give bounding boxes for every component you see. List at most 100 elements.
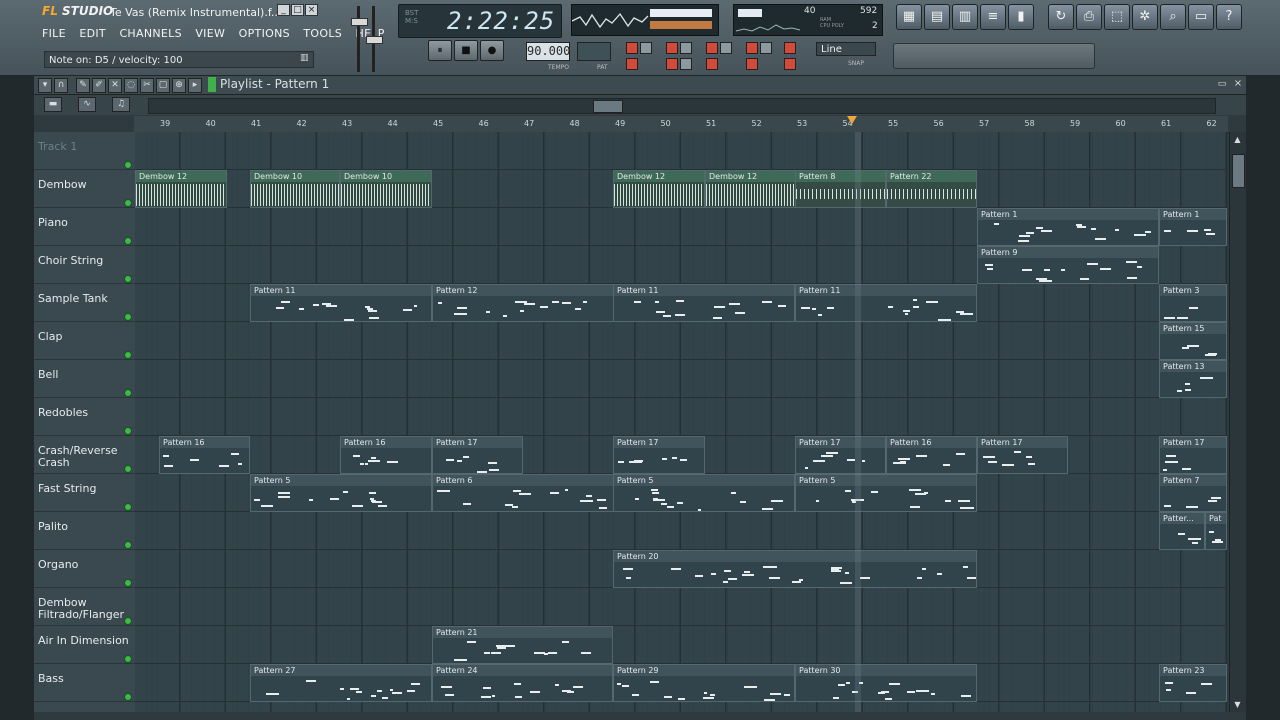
playlist-menu-icon[interactable]: ▾ — [38, 78, 52, 93]
close-button[interactable]: × — [305, 4, 318, 16]
menu-options[interactable]: OPTIONS — [239, 27, 290, 40]
pattern-clip[interactable]: Pattern 23 — [1159, 664, 1227, 702]
scroll-up-icon[interactable]: ▲ — [1232, 134, 1243, 145]
draw-tool-icon[interactable]: ✎ — [76, 78, 90, 93]
track-label[interactable]: Crash/Reverse Crash — [34, 436, 135, 474]
playback-tool-icon[interactable]: ▸ — [188, 78, 202, 93]
playlist-grid[interactable]: Dembow 12 Dembow 10 Dembow 10 Dembow 12 Demb… — [135, 132, 1227, 712]
pattern-clip[interactable]: Pattern 17 — [432, 436, 523, 474]
notes-mode-icon[interactable]: ♫ — [112, 97, 130, 112]
pattern-clip[interactable]: Pattern 20 — [613, 550, 977, 588]
toggle-3[interactable] — [666, 42, 678, 54]
scroll-down-icon[interactable]: ▼ — [1232, 699, 1243, 710]
select-tool-icon[interactable]: ▢ — [156, 78, 170, 93]
settings-icon[interactable]: ✲ — [1132, 4, 1158, 30]
paint-tool-icon[interactable]: ✐ — [92, 78, 106, 93]
tempo-display[interactable]: 90.000 — [526, 42, 570, 61]
song-time-display[interactable]: BST M:S 2:22:25 — [398, 4, 562, 38]
pattern-clip[interactable]: Pat — [1205, 512, 1227, 550]
help-icon[interactable]: ? — [1216, 4, 1242, 30]
pattern-selector[interactable] — [577, 42, 611, 61]
track-mute-led[interactable] — [124, 465, 132, 473]
pattern-clip[interactable]: Pattern 15 — [1159, 322, 1227, 360]
toggle-5[interactable] — [706, 42, 718, 54]
track-label[interactable]: Clap — [34, 322, 135, 360]
document-icon[interactable]: ▭ — [1188, 4, 1214, 30]
pattern-clip[interactable]: Pattern 17 — [1159, 436, 1227, 474]
playlist-close-button[interactable]: × — [1232, 78, 1244, 90]
pattern-clip[interactable]: Pattern 16 — [886, 436, 977, 474]
pattern-clip[interactable]: Pattern 29 — [613, 664, 795, 702]
track-mute-led[interactable] — [124, 389, 132, 397]
stop-button[interactable]: ■ — [454, 40, 478, 61]
pattern-clip[interactable]: Pattern 16 — [340, 436, 432, 474]
save-icon[interactable]: ⎙ — [1076, 4, 1102, 30]
pattern-clip[interactable]: Pattern 21 — [432, 626, 613, 664]
toggle-11[interactable] — [666, 58, 678, 70]
playlist-window-icon[interactable]: ▦ — [896, 4, 922, 30]
zoom-tool-icon[interactable]: ⊕ — [172, 78, 186, 93]
browser-search-bar[interactable] — [893, 43, 1095, 69]
track-label[interactable]: Redobles — [34, 398, 135, 436]
track-label[interactable]: Fast String — [34, 474, 135, 512]
track-mute-led[interactable] — [124, 161, 132, 169]
magnet-icon[interactable]: ∩ — [54, 78, 68, 93]
pattern-clip[interactable]: Pattern 30 — [795, 664, 977, 702]
track-mute-led[interactable] — [124, 237, 132, 245]
track-label[interactable]: Bass — [34, 664, 135, 702]
pattern-clip[interactable]: Pattern 12 — [432, 284, 614, 322]
pattern-clip[interactable]: Pattern 11 — [250, 284, 432, 322]
pattern-clip[interactable]: Pattern 5 — [795, 474, 977, 512]
toggle-4[interactable] — [680, 42, 692, 54]
track-mute-led[interactable] — [124, 275, 132, 283]
track-label[interactable]: Air In Dimension — [34, 626, 135, 664]
toggle-6[interactable] — [720, 42, 732, 54]
pattern-clip[interactable]: Pattern 1 — [1159, 208, 1227, 246]
toggle-15[interactable] — [784, 58, 796, 70]
track-mute-led[interactable] — [124, 541, 132, 549]
toggle-7[interactable] — [746, 42, 758, 54]
minimize-button[interactable]: _ — [277, 4, 290, 16]
render-icon[interactable]: ⬚ — [1104, 4, 1130, 30]
menu-tools[interactable]: TOOLS — [303, 27, 342, 40]
menu-edit[interactable]: EDIT — [79, 27, 106, 40]
track-label[interactable]: Organo — [34, 550, 135, 588]
undo-icon[interactable]: ↻ — [1048, 4, 1074, 30]
menu-channels[interactable]: CHANNELS — [119, 27, 181, 40]
pattern-clip[interactable]: Dembow 12 — [705, 170, 796, 208]
audio-mode-icon[interactable]: ∿ — [78, 97, 96, 112]
search-icon[interactable]: ⌕ — [1160, 4, 1186, 30]
song-position-marker[interactable] — [847, 116, 857, 124]
timeline-ruler[interactable]: 39 40 41 42 43 44 45 46 47 48 49 50 51 52 53 54 55 56 57 58… — [134, 116, 1228, 133]
pattern-clip[interactable]: Dembow 10 — [250, 170, 340, 208]
pattern-clip[interactable]: Pattern 1 — [977, 208, 1159, 246]
pattern-clip[interactable]: Dembow 12 — [613, 170, 705, 208]
maximize-button[interactable]: □ — [291, 4, 304, 16]
pattern-clip[interactable]: Pattern 16 — [159, 436, 250, 474]
pattern-clip[interactable]: Pattern 3 — [1159, 284, 1227, 322]
track-mute-led[interactable] — [124, 503, 132, 511]
toggle-10[interactable] — [626, 58, 638, 70]
vertical-scroll-thumb[interactable] — [1232, 154, 1245, 188]
piano-roll-icon[interactable]: ▥ — [952, 4, 978, 30]
pattern-clip[interactable]: Pattern 17 — [795, 436, 886, 474]
pattern-clip[interactable]: Pattern 6 — [432, 474, 614, 512]
track-mute-led[interactable] — [124, 579, 132, 587]
pattern-clip[interactable]: Pattern 5 — [250, 474, 432, 512]
track-mute-led[interactable] — [124, 655, 132, 663]
toggle-14[interactable] — [746, 58, 758, 70]
toggle-12[interactable] — [680, 58, 692, 70]
browser-icon[interactable]: ≡ — [980, 4, 1006, 30]
track-label[interactable]: Dembow Filtrado/Flanger — [34, 588, 135, 626]
track-mute-led[interactable] — [124, 199, 132, 207]
mute-tool-icon[interactable]: ◌ — [124, 78, 138, 93]
menu-view[interactable]: VIEW — [195, 27, 225, 40]
pattern-clip[interactable]: Pattern 17 — [613, 436, 705, 474]
view-mode-icon[interactable]: ▬ — [44, 97, 62, 112]
slice-tool-icon[interactable]: ✂ — [140, 78, 154, 93]
track-mute-led[interactable] — [124, 427, 132, 435]
vertical-scrollbar[interactable]: ▲ ▼ — [1229, 132, 1246, 712]
track-label[interactable]: Palito — [34, 512, 135, 550]
track-label[interactable]: Choir String — [34, 246, 135, 284]
master-pitch-knob[interactable] — [366, 36, 383, 44]
